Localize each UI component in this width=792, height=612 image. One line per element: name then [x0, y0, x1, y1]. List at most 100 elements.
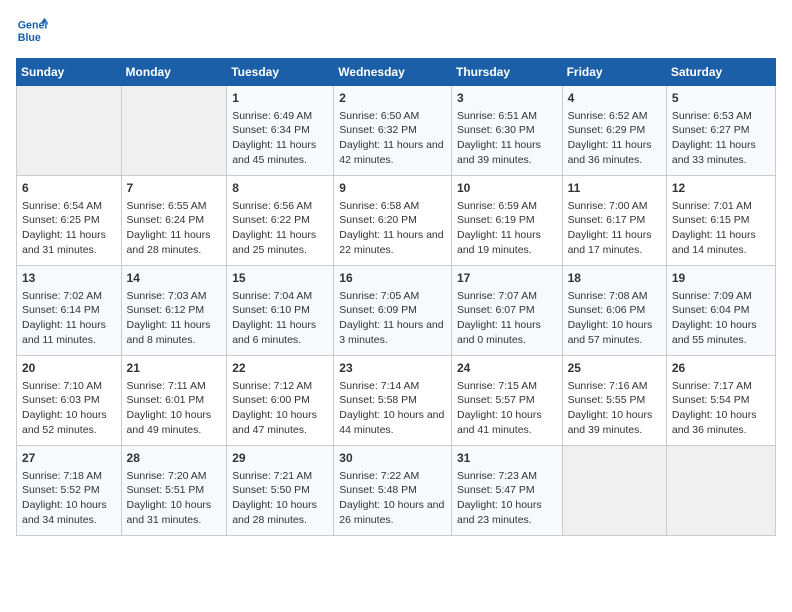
- day-number: 3: [457, 90, 557, 107]
- calendar-cell: 20 Sunrise: 7:10 AMSunset: 6:03 PMDayligh…: [17, 356, 122, 446]
- cell-content: Sunrise: 7:23 AMSunset: 5:47 PMDaylight:…: [457, 469, 557, 528]
- weekday-header: Thursday: [451, 59, 562, 86]
- day-number: 8: [232, 180, 328, 197]
- calendar-cell: 18Sunrise: 7:08 AMSunset: 6:06 PMDayligh…: [562, 266, 666, 356]
- cell-content: Sunrise: 7:16 AMSunset: 5:55 PMDaylight:…: [568, 379, 661, 438]
- cell-content: Sunrise: 7:00 AMSunset: 6:17 PMDaylight:…: [568, 199, 661, 258]
- cell-content: Sunrise: 7:04 AMSunset: 6:10 PMDaylight:…: [232, 289, 328, 348]
- day-number: 10: [457, 180, 557, 197]
- day-number: 30: [339, 450, 446, 467]
- calendar-cell: 5Sunrise: 6:53 AMSunset: 6:27 PMDaylight…: [666, 86, 775, 176]
- calendar-cell: 2 Sunrise: 6:50 AMSunset: 6:32 PMDaylight…: [334, 86, 452, 176]
- cell-content: Sunrise: 7:14 AMSunset: 5:58 PMDaylight:…: [339, 379, 446, 438]
- weekday-header: Tuesday: [227, 59, 334, 86]
- day-number: 6: [22, 180, 116, 197]
- cell-content: Sunrise: 7:21 AMSunset: 5:50 PMDaylight:…: [232, 469, 328, 528]
- calendar-cell: 13 Sunrise: 7:02 AMSunset: 6:14 PMDayligh…: [17, 266, 122, 356]
- calendar-cell: 15 Sunrise: 7:04 AMSunset: 6:10 PMDayligh…: [227, 266, 334, 356]
- day-number: 14: [127, 270, 222, 287]
- cell-content: Sunrise: 6:51 AMSunset: 6:30 PMDaylight:…: [457, 109, 557, 168]
- cell-content: Sunrise: 6:58 AMSunset: 6:20 PMDaylight:…: [339, 199, 446, 258]
- day-number: 16: [339, 270, 446, 287]
- weekday-header: Wednesday: [334, 59, 452, 86]
- weekday-header: Monday: [121, 59, 227, 86]
- calendar-cell: [17, 86, 122, 176]
- cell-content: Sunrise: 6:49 AMSunset: 6:34 PMDaylight:…: [232, 109, 328, 168]
- calendar-week-row: 13 Sunrise: 7:02 AMSunset: 6:14 PMDayligh…: [17, 266, 776, 356]
- day-number: 20: [22, 360, 116, 377]
- logo-icon: General Blue: [16, 16, 48, 48]
- day-number: 23: [339, 360, 446, 377]
- day-number: 11: [568, 180, 661, 197]
- day-number: 24: [457, 360, 557, 377]
- cell-content: Sunrise: 7:02 AMSunset: 6:14 PMDaylight:…: [22, 289, 116, 348]
- calendar-cell: 11 Sunrise: 7:00 AMSunset: 6:17 PMDayligh…: [562, 176, 666, 266]
- cell-content: Sunrise: 6:54 AMSunset: 6:25 PMDaylight:…: [22, 199, 116, 258]
- calendar-cell: 9Sunrise: 6:58 AMSunset: 6:20 PMDaylight…: [334, 176, 452, 266]
- day-number: 31: [457, 450, 557, 467]
- calendar-cell: 29 Sunrise: 7:21 AMSunset: 5:50 PMDayligh…: [227, 446, 334, 536]
- cell-content: Sunrise: 7:22 AMSunset: 5:48 PMDaylight:…: [339, 469, 446, 528]
- calendar-cell: 25 Sunrise: 7:16 AMSunset: 5:55 PMDayligh…: [562, 356, 666, 446]
- cell-content: Sunrise: 7:07 AMSunset: 6:07 PMDaylight:…: [457, 289, 557, 348]
- cell-content: Sunrise: 7:11 AMSunset: 6:01 PMDaylight:…: [127, 379, 222, 438]
- calendar-cell: 19Sunrise: 7:09 AMSunset: 6:04 PMDayligh…: [666, 266, 775, 356]
- cell-content: Sunrise: 6:56 AMSunset: 6:22 PMDaylight:…: [232, 199, 328, 258]
- calendar-cell: [121, 86, 227, 176]
- calendar-cell: 3 Sunrise: 6:51 AMSunset: 6:30 PMDaylight…: [451, 86, 562, 176]
- day-number: 2: [339, 90, 446, 107]
- calendar-cell: 6 Sunrise: 6:54 AMSunset: 6:25 PMDaylight…: [17, 176, 122, 266]
- cell-content: Sunrise: 7:05 AMSunset: 6:09 PMDaylight:…: [339, 289, 446, 348]
- calendar-cell: 1 Sunrise: 6:49 AMSunset: 6:34 PMDaylight…: [227, 86, 334, 176]
- calendar-cell: 27Sunrise: 7:18 AMSunset: 5:52 PMDayligh…: [17, 446, 122, 536]
- calendar-cell: 21 Sunrise: 7:11 AMSunset: 6:01 PMDayligh…: [121, 356, 227, 446]
- calendar-week-row: 1 Sunrise: 6:49 AMSunset: 6:34 PMDaylight…: [17, 86, 776, 176]
- calendar-cell: 23 Sunrise: 7:14 AMSunset: 5:58 PMDayligh…: [334, 356, 452, 446]
- calendar-cell: 7Sunrise: 6:55 AMSunset: 6:24 PMDaylight…: [121, 176, 227, 266]
- day-number: 29: [232, 450, 328, 467]
- cell-content: Sunrise: 7:15 AMSunset: 5:57 PMDaylight:…: [457, 379, 557, 438]
- day-number: 5: [672, 90, 770, 107]
- calendar-cell: 22Sunrise: 7:12 AMSunset: 6:00 PMDayligh…: [227, 356, 334, 446]
- calendar-cell: 14 Sunrise: 7:03 AMSunset: 6:12 PMDayligh…: [121, 266, 227, 356]
- calendar-header-row: SundayMondayTuesdayWednesdayThursdayFrid…: [17, 59, 776, 86]
- day-number: 15: [232, 270, 328, 287]
- day-number: 12: [672, 180, 770, 197]
- day-number: 27: [22, 450, 116, 467]
- day-number: 25: [568, 360, 661, 377]
- calendar-cell: 10 Sunrise: 6:59 AMSunset: 6:19 PMDayligh…: [451, 176, 562, 266]
- cell-content: Sunrise: 6:52 AMSunset: 6:29 PMDaylight:…: [568, 109, 661, 168]
- calendar-cell: 30 Sunrise: 7:22 AMSunset: 5:48 PMDayligh…: [334, 446, 452, 536]
- calendar-week-row: 6 Sunrise: 6:54 AMSunset: 6:25 PMDaylight…: [17, 176, 776, 266]
- calendar-cell: [666, 446, 775, 536]
- calendar-cell: [562, 446, 666, 536]
- cell-content: Sunrise: 7:09 AMSunset: 6:04 PMDaylight:…: [672, 289, 770, 348]
- weekday-header: Saturday: [666, 59, 775, 86]
- day-number: 26: [672, 360, 770, 377]
- cell-content: Sunrise: 6:59 AMSunset: 6:19 PMDaylight:…: [457, 199, 557, 258]
- cell-content: Sunrise: 7:20 AMSunset: 5:51 PMDaylight:…: [127, 469, 222, 528]
- day-number: 28: [127, 450, 222, 467]
- calendar-table: SundayMondayTuesdayWednesdayThursdayFrid…: [16, 58, 776, 536]
- day-number: 1: [232, 90, 328, 107]
- calendar-cell: 31 Sunrise: 7:23 AMSunset: 5:47 PMDayligh…: [451, 446, 562, 536]
- day-number: 21: [127, 360, 222, 377]
- calendar-cell: 24 Sunrise: 7:15 AMSunset: 5:57 PMDayligh…: [451, 356, 562, 446]
- calendar-cell: 26 Sunrise: 7:17 AMSunset: 5:54 PMDayligh…: [666, 356, 775, 446]
- calendar-cell: 8 Sunrise: 6:56 AMSunset: 6:22 PMDaylight…: [227, 176, 334, 266]
- cell-content: Sunrise: 7:01 AMSunset: 6:15 PMDaylight:…: [672, 199, 770, 258]
- cell-content: Sunrise: 6:55 AMSunset: 6:24 PMDaylight:…: [127, 199, 222, 258]
- logo: General Blue: [16, 16, 52, 48]
- cell-content: Sunrise: 7:12 AMSunset: 6:00 PMDaylight:…: [232, 379, 328, 438]
- weekday-header: Friday: [562, 59, 666, 86]
- calendar-cell: 17Sunrise: 7:07 AMSunset: 6:07 PMDayligh…: [451, 266, 562, 356]
- calendar-cell: 16 Sunrise: 7:05 AMSunset: 6:09 PMDayligh…: [334, 266, 452, 356]
- calendar-cell: 28 Sunrise: 7:20 AMSunset: 5:51 PMDayligh…: [121, 446, 227, 536]
- cell-content: Sunrise: 7:17 AMSunset: 5:54 PMDaylight:…: [672, 379, 770, 438]
- weekday-header: Sunday: [17, 59, 122, 86]
- cell-content: Sunrise: 7:03 AMSunset: 6:12 PMDaylight:…: [127, 289, 222, 348]
- day-number: 13: [22, 270, 116, 287]
- cell-content: Sunrise: 7:10 AMSunset: 6:03 PMDaylight:…: [22, 379, 116, 438]
- cell-content: Sunrise: 7:08 AMSunset: 6:06 PMDaylight:…: [568, 289, 661, 348]
- cell-content: Sunrise: 6:50 AMSunset: 6:32 PMDaylight:…: [339, 109, 446, 168]
